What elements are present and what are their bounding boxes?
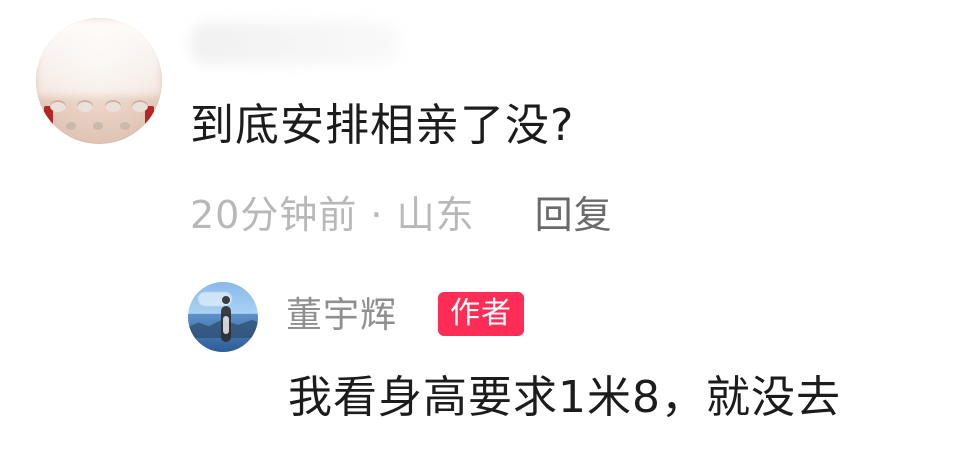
author-avatar[interactable] (188, 282, 258, 352)
comment-meta: 20分钟前 · 山东 回复 (190, 188, 613, 242)
comment-time-location: 20分钟前 · 山东 (190, 193, 475, 237)
food-icon (50, 100, 66, 112)
food-icon (120, 122, 130, 130)
food-icon (93, 122, 103, 130)
person-icon (221, 296, 231, 342)
comment-root: 到底安排相亲了没? 20分钟前 · 山东 回复 (0, 0, 960, 260)
author-badge: 作者 (438, 292, 524, 336)
reply-text: 我看身高要求1米8，就没去 (288, 372, 841, 423)
reply-button[interactable]: 回复 (535, 188, 613, 242)
commenter-avatar[interactable] (36, 18, 162, 144)
food-icon (66, 122, 76, 130)
food-icon (131, 100, 148, 112)
food-icon (77, 100, 94, 112)
avatar-blur-overlay (36, 18, 162, 96)
avatar-food-row (50, 100, 148, 118)
commenter-username-blurred[interactable] (190, 22, 400, 64)
food-icon (104, 100, 121, 112)
comment-text: 到底安排相亲了没? (190, 100, 575, 151)
author-name[interactable]: 董宇辉 (286, 294, 397, 338)
avatar-dots-row (66, 122, 130, 132)
author-badge-label: 作者 (450, 296, 512, 331)
